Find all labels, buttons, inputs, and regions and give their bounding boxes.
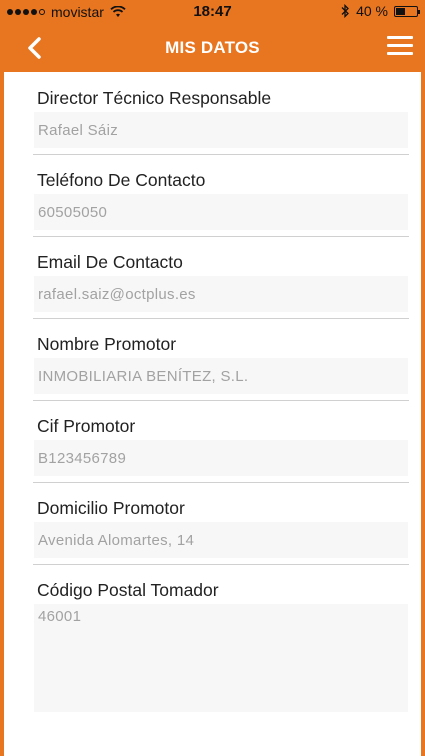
field-label: Nombre Promotor (37, 334, 177, 354)
divider (33, 154, 409, 155)
divider (33, 482, 409, 483)
field-label: Teléfono De Contacto (37, 170, 206, 190)
bluetooth-icon (341, 4, 349, 18)
field-label: Domicilio Promotor (37, 498, 185, 518)
back-button[interactable] (22, 32, 54, 64)
status-bar: movistar 18:47 40 % (0, 0, 425, 24)
battery-icon (394, 5, 420, 17)
domicilio-promotor-input[interactable] (34, 522, 408, 558)
field-label: Director Técnico Responsable (37, 88, 272, 108)
nombre-promotor-input[interactable] (34, 358, 408, 394)
nav-bar: MIS DATOS (0, 24, 425, 72)
divider (33, 236, 409, 237)
menu-button[interactable] (387, 36, 413, 58)
email-input[interactable] (34, 276, 408, 312)
cif-promotor-input[interactable] (34, 440, 408, 476)
battery-percent: 40 % (356, 3, 388, 19)
field-label: Email De Contacto (37, 252, 183, 272)
director-input[interactable] (34, 112, 408, 148)
divider (33, 400, 409, 401)
chevron-left-icon (28, 37, 41, 59)
field-label: Código Postal Tomador (37, 580, 219, 600)
status-right: 40 % (341, 3, 420, 19)
field-label: Cif Promotor (37, 416, 136, 436)
page-title: MIS DATOS (165, 38, 260, 57)
hamburger-icon (387, 36, 413, 55)
divider (33, 564, 409, 565)
codigo-postal-input[interactable]: 46001 (34, 604, 408, 712)
profile-form: Director Técnico Responsable Teléfono De… (4, 72, 421, 756)
telefono-input[interactable] (34, 194, 408, 230)
divider (33, 318, 409, 319)
